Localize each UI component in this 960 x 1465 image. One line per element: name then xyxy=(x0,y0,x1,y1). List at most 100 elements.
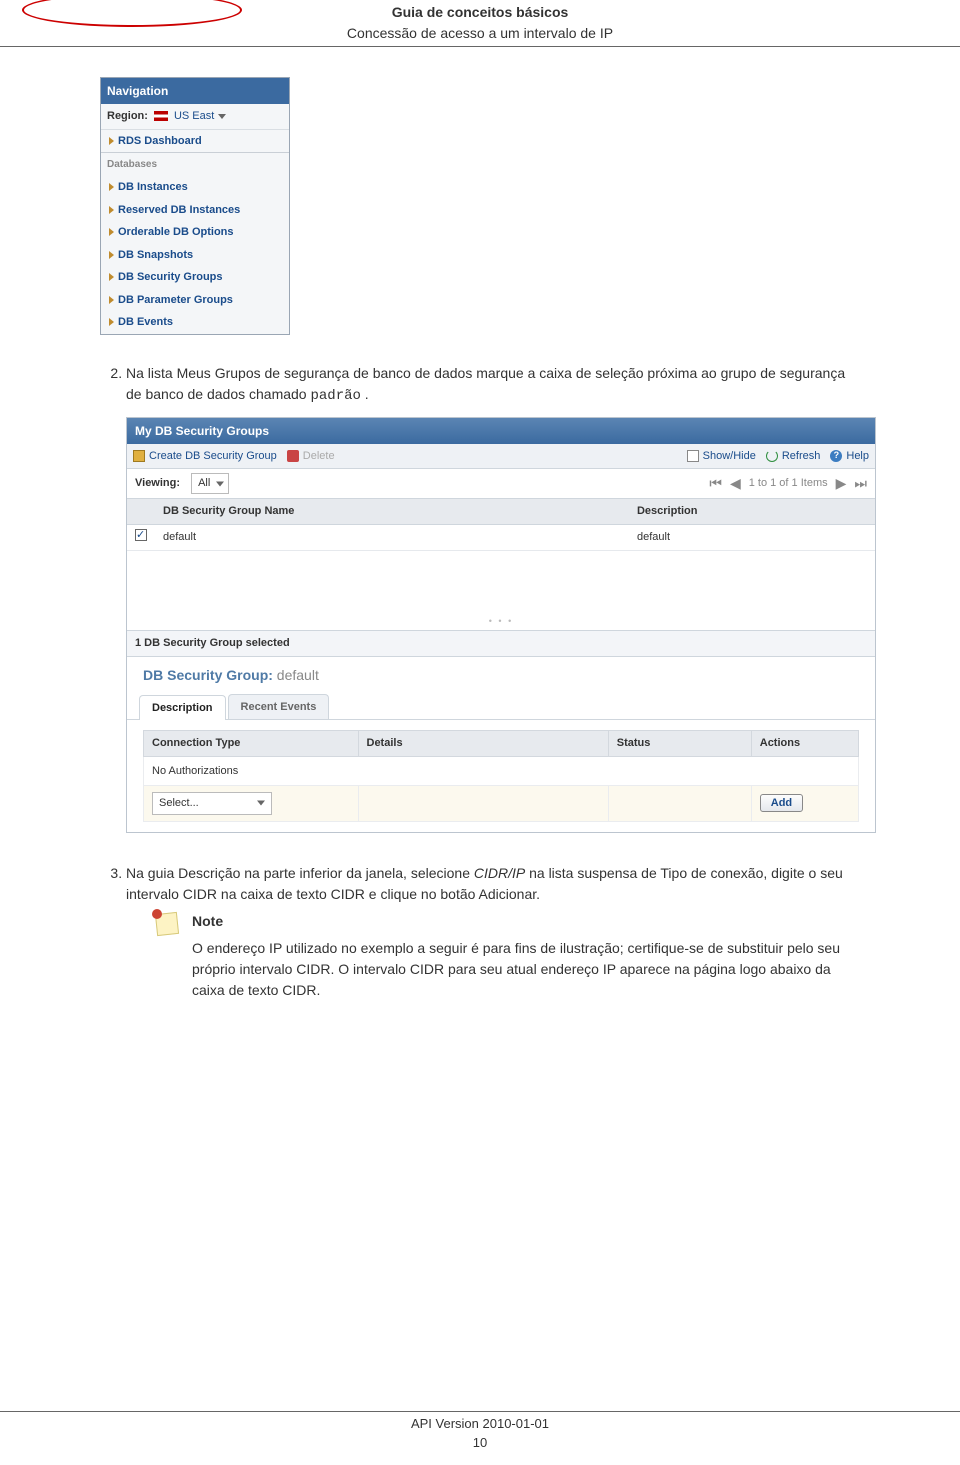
nav-item-db-instances[interactable]: DB Instances xyxy=(101,176,289,199)
note-title: Note xyxy=(192,911,860,932)
toolbar-left: Create DB Security Group Delete xyxy=(133,448,335,465)
caret-icon xyxy=(109,251,114,259)
nav-item-rds-dashboard[interactable]: RDS Dashboard xyxy=(101,130,289,153)
dcol-details: Details xyxy=(358,731,608,757)
nav-item-db-events[interactable]: DB Events xyxy=(101,311,289,334)
nav-item-label: DB Snapshots xyxy=(118,247,193,264)
sg-tabs: Description Recent Events xyxy=(127,694,875,721)
nav-title: Navigation xyxy=(101,78,289,104)
nav-region-row: Region: US East xyxy=(101,104,289,130)
pager-last-icon[interactable]: ⏭ xyxy=(854,473,867,494)
add-row: Select... Add xyxy=(144,786,859,822)
nav-item-db-parameter-groups[interactable]: DB Parameter Groups xyxy=(101,289,289,312)
viewing-label: Viewing: xyxy=(135,477,180,489)
nav-item-orderable-db[interactable]: Orderable DB Options xyxy=(101,221,289,244)
create-label: Create DB Security Group xyxy=(149,448,277,465)
caret-icon xyxy=(109,183,114,191)
toolbar-right: Show/Hide Refresh ? Help xyxy=(687,448,869,465)
cell-desc: default xyxy=(629,524,875,551)
region-flag-icon xyxy=(154,111,168,121)
caret-icon xyxy=(109,296,114,304)
region-select[interactable]: US East xyxy=(174,108,226,125)
grid-icon xyxy=(687,450,699,462)
group-label: DB Security Group: xyxy=(143,667,273,683)
create-icon xyxy=(133,450,145,462)
pager-next-icon[interactable]: ▶ xyxy=(836,473,847,494)
add-button[interactable]: Add xyxy=(760,794,803,812)
tab-recent-events[interactable]: Recent Events xyxy=(228,694,330,720)
nav-item-db-security-groups[interactable]: DB Security Groups xyxy=(101,266,289,289)
sg-toolbar: Create DB Security Group Delete Show/Hid… xyxy=(127,444,875,470)
caret-icon xyxy=(109,318,114,326)
page-footer: API Version 2010-01-01 10 xyxy=(0,1411,960,1453)
header-subtitle: Concessão de acesso a um intervalo de IP xyxy=(0,23,960,44)
details-row: No Authorizations xyxy=(144,756,859,786)
security-groups-panel: My DB Security Groups Create DB Security… xyxy=(126,417,876,833)
select-value: Select... xyxy=(159,797,199,809)
nav-item-label: Reserved DB Instances xyxy=(118,202,240,219)
refresh-icon xyxy=(766,450,778,462)
tab-description[interactable]: Description xyxy=(139,695,226,721)
cell-name: default xyxy=(155,524,629,551)
help-button[interactable]: ? Help xyxy=(830,448,869,465)
step-2: Na lista Meus Grupos de segurança de ban… xyxy=(126,363,860,833)
region-value: US East xyxy=(174,108,214,125)
group-name: default xyxy=(277,667,319,683)
sg-panel-title: My DB Security Groups xyxy=(127,418,875,444)
selected-summary: 1 DB Security Group selected xyxy=(127,631,875,657)
step-list: Na lista Meus Grupos de segurança de ban… xyxy=(100,363,860,1001)
help-icon: ? xyxy=(830,450,842,462)
step-2-text-b: . xyxy=(361,386,369,402)
nav-item-label: DB Instances xyxy=(118,179,188,196)
viewing-value: All xyxy=(198,477,210,489)
sg-viewing-row: Viewing: All ⏮ ◀ 1 to 1 of 1 Items ▶ ⏭ xyxy=(127,469,875,499)
content-area: Navigation Region: US East RDS Dashboard… xyxy=(0,77,960,1001)
dcol-status: Status xyxy=(608,731,751,757)
footer-rule xyxy=(0,1411,960,1412)
caret-icon xyxy=(109,206,114,214)
refresh-button[interactable]: Refresh xyxy=(766,448,821,465)
row-checkbox[interactable] xyxy=(135,529,147,541)
step-3-cidrip: CIDR/IP xyxy=(474,865,525,881)
step-3-text-a: Na guia Descrição na parte inferior da j… xyxy=(126,865,474,881)
page-header: Guia de conceitos básicos Concessão de a… xyxy=(0,0,960,44)
nav-item-reserved-db[interactable]: Reserved DB Instances xyxy=(101,199,289,222)
no-auth-cell: No Authorizations xyxy=(144,756,859,786)
chevron-down-icon xyxy=(218,114,226,119)
dcol-actions: Actions xyxy=(751,731,858,757)
sg-table: DB Security Group Name Description defau… xyxy=(127,499,875,551)
table-row[interactable]: default default xyxy=(127,524,875,551)
page-number: 10 xyxy=(0,1433,960,1453)
col-name: DB Security Group Name xyxy=(155,499,629,524)
pager-first-icon[interactable]: ⏮ xyxy=(709,473,722,494)
create-db-sg-button[interactable]: Create DB Security Group xyxy=(133,448,277,465)
caret-icon xyxy=(109,228,114,236)
pager-text: 1 to 1 of 1 Items xyxy=(749,475,828,492)
note-block: Note O endereço IP utilizado no exemplo … xyxy=(154,911,860,1001)
showhide-label: Show/Hide xyxy=(703,448,756,465)
note-body: Note O endereço IP utilizado no exemplo … xyxy=(192,911,860,1001)
step-2-text-a: Na lista Meus Grupos de segurança de ban… xyxy=(126,365,845,402)
nav-item-label: RDS Dashboard xyxy=(118,133,202,150)
step-2-code: padrão xyxy=(310,388,360,404)
nav-section-databases: Databases xyxy=(101,153,289,176)
step-3: Na guia Descrição na parte inferior da j… xyxy=(126,863,860,1001)
refresh-label: Refresh xyxy=(782,448,821,465)
note-text: O endereço IP utilizado no exemplo a seg… xyxy=(192,938,860,1001)
nav-item-label: DB Events xyxy=(118,314,173,331)
delete-button[interactable]: Delete xyxy=(287,448,335,465)
caret-icon xyxy=(109,137,114,145)
col-desc: Description xyxy=(629,499,875,524)
nav-item-label: Orderable DB Options xyxy=(118,224,234,241)
table-spacer: • • • xyxy=(127,551,875,631)
viewing-dropdown[interactable]: All xyxy=(191,473,229,494)
details-area: Connection Type Details Status Actions N… xyxy=(127,720,875,832)
navigation-panel: Navigation Region: US East RDS Dashboard… xyxy=(100,77,290,335)
resize-dots-icon: • • • xyxy=(489,615,513,629)
help-label: Help xyxy=(846,448,869,465)
showhide-button[interactable]: Show/Hide xyxy=(687,448,756,465)
sg-group-heading: DB Security Group: default xyxy=(127,657,875,694)
connection-type-select[interactable]: Select... xyxy=(152,792,272,815)
nav-item-db-snapshots[interactable]: DB Snapshots xyxy=(101,244,289,267)
pager-prev-icon[interactable]: ◀ xyxy=(730,473,741,494)
